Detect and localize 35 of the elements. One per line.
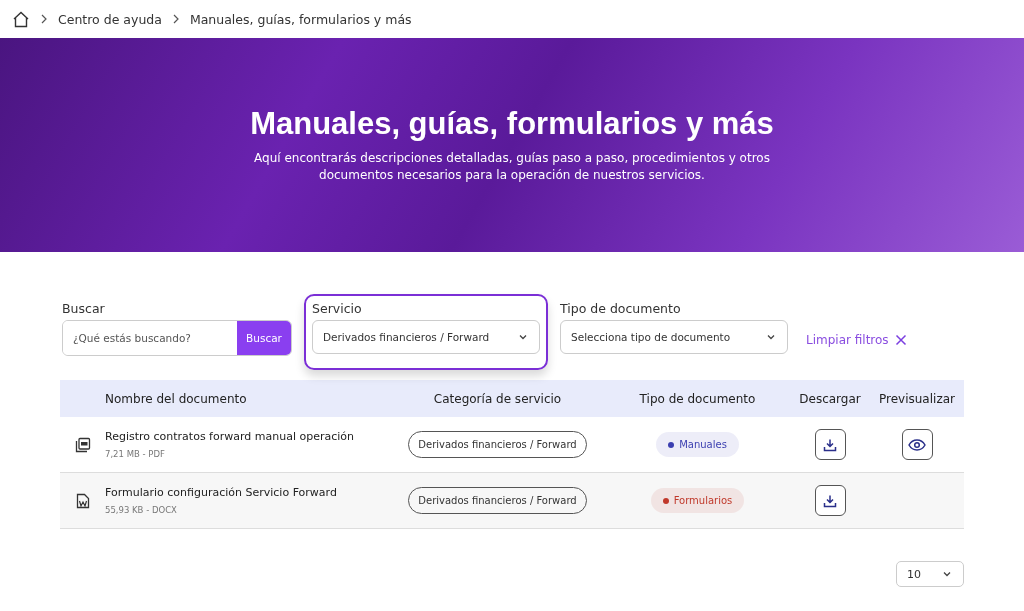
search-button[interactable]: Buscar — [237, 321, 291, 355]
column-header: Nombre del documento — [105, 391, 248, 406]
page-title: Manuales, guías, formularios y más — [250, 106, 774, 142]
column-header: Tipo de documento — [638, 391, 757, 406]
field-label: Buscar — [62, 301, 106, 316]
document-name: Registro contratos forward manual operación — [105, 430, 355, 443]
chevron-right-icon — [171, 14, 180, 24]
close-icon — [894, 334, 907, 346]
column-header: Previsualizar — [878, 391, 956, 406]
eye-icon — [908, 438, 926, 451]
field-label: Tipo de documento — [560, 301, 682, 316]
field-label: Servicio — [312, 301, 363, 316]
page-size-select[interactable]: 10 — [896, 561, 964, 587]
document-name: Formulario configuración Servicio Forward — [105, 486, 338, 499]
clear-filters-link[interactable]: Limpiar filtros — [800, 332, 913, 348]
dropdown-select[interactable]: Derivados financieros / Forward — [312, 320, 540, 354]
dropdown-select[interactable]: Selecciona tipo de documento — [560, 320, 788, 354]
preview-button[interactable] — [901, 429, 933, 460]
download-button[interactable] — [814, 485, 846, 516]
page-subtitle: Aquí encontrarás descripciones detalladas, guías paso a paso, procedimientos y otros documentos necesarios para la operación de nuestros servicios. — [253, 150, 771, 184]
file-size: 7,21 MB - PDF — [105, 449, 166, 459]
document-type-tag: Formularios — [650, 488, 745, 513]
column-header: Categoría de servicio — [432, 391, 563, 406]
column-header: Descargar — [798, 391, 862, 406]
document-type-tag: Manuales — [656, 432, 739, 457]
download-button[interactable] — [814, 429, 846, 460]
download-icon — [823, 437, 837, 452]
breadcrumb-link[interactable]: Centro de ayuda — [58, 11, 162, 27]
pdf-file-icon — [74, 436, 91, 453]
download-icon — [823, 493, 837, 508]
search-field[interactable]: ¿Qué estás buscando? Buscar — [62, 320, 292, 356]
file-size: 55,93 KB - DOCX — [105, 505, 178, 515]
home-icon[interactable] — [12, 10, 30, 28]
chevron-right-icon — [40, 14, 48, 24]
word-file-icon — [75, 492, 90, 509]
